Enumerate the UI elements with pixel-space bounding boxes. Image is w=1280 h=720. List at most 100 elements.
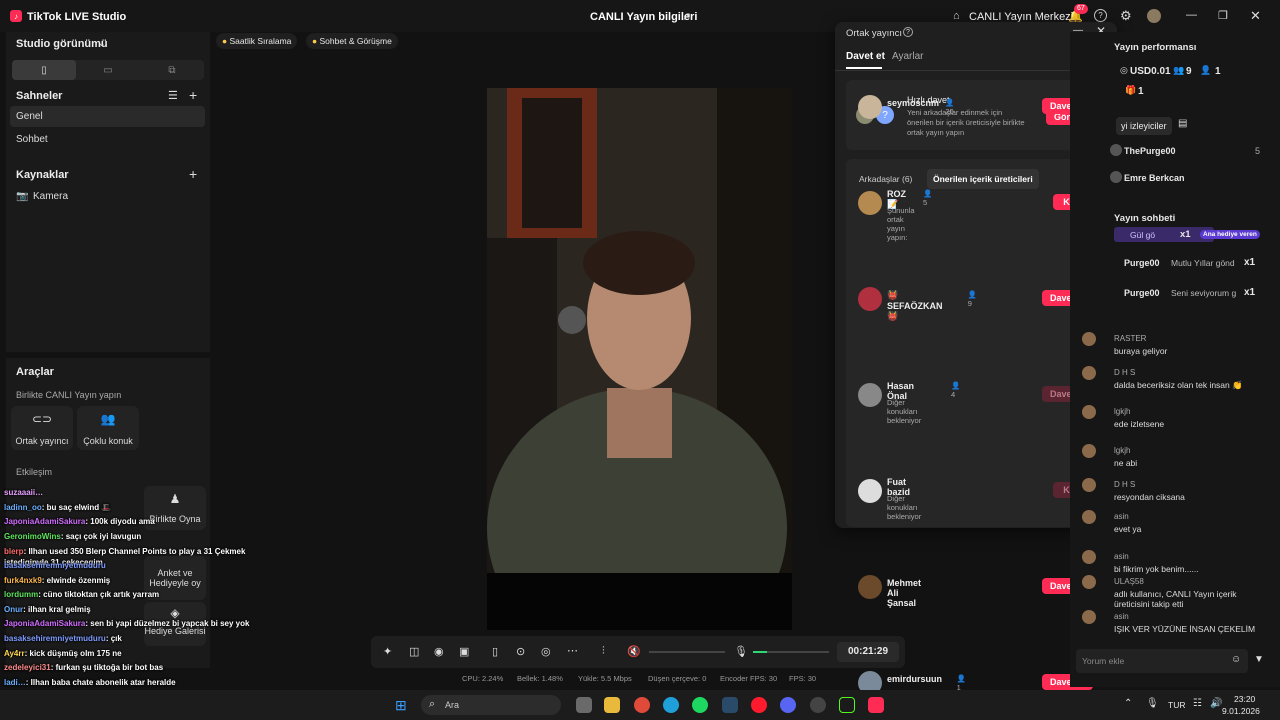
- help-icon[interactable]: ?: [1094, 9, 1107, 22]
- chevron-down-icon[interactable]: ⌄: [98, 38, 106, 49]
- top-viewer-avatar: [1110, 144, 1122, 156]
- mixer-icon[interactable]: ⫶: [602, 645, 605, 658]
- folder-icon[interactable]: [604, 697, 620, 713]
- tray-chevron-icon[interactable]: ⌃: [1124, 698, 1132, 709]
- friend-avatar: [858, 575, 882, 599]
- overlay-chat-user: ladi…: [4, 677, 26, 687]
- kick-icon[interactable]: [839, 697, 855, 713]
- steam-icon[interactable]: [722, 697, 738, 713]
- status-bar: CPU: 2.24% Bellek: 1.48% Yükle: 5.5 Mbps…: [460, 672, 820, 686]
- speaker-volume-slider[interactable]: [649, 651, 725, 653]
- multi-guest-button[interactable]: 👥 Çoklu konuk: [77, 406, 139, 450]
- overlay-chat-user: JaponiaAdamiSakura: [4, 517, 86, 527]
- gift-box-icon: 🎁: [1125, 85, 1137, 95]
- tab-invite[interactable]: Davet et: [846, 51, 885, 62]
- help-icon[interactable]: ?: [903, 27, 913, 37]
- overlay-chat-line: JaponiaAdamiSakura: sen bi yapi düzelmez…: [4, 619, 249, 628]
- comment-placeholder: Yorum ekle: [1082, 656, 1125, 666]
- overlay-chat-user: ladinn_oo: [4, 502, 42, 512]
- top-viewer-name: ThePurge00: [1124, 146, 1176, 156]
- overlay-chat-text: : çık: [105, 634, 122, 643]
- file-manager-icon[interactable]: [576, 697, 592, 713]
- chat-avatar: [1082, 332, 1096, 346]
- tab-settings[interactable]: Ayarlar: [892, 51, 924, 62]
- sticker-icon[interactable]: ◉: [434, 645, 444, 658]
- overlay-chat-line: basaksehiremniyetmuduru: [4, 561, 106, 570]
- list-icon[interactable]: ☰: [168, 89, 178, 102]
- tab-suggested-creators[interactable]: Önerilen içerik üreticileri: [927, 169, 1039, 189]
- tag-chat-meet[interactable]: ● Sohbet & Görüşme: [306, 33, 398, 49]
- record-icon[interactable]: ⊙: [516, 645, 525, 658]
- tag-hourly-ranking[interactable]: ● Saatlik Sıralama: [216, 33, 298, 49]
- comment-box[interactable]: Yorum ekle ☺: [1076, 649, 1248, 673]
- home-icon[interactable]: ⌂: [953, 10, 960, 22]
- more-icon[interactable]: ⋯: [567, 644, 578, 657]
- minimize-icon[interactable]: —: [1186, 9, 1197, 21]
- scene-item-sohbet[interactable]: Sohbet: [10, 129, 205, 150]
- dual-layout-icon[interactable]: ⧉: [140, 60, 204, 80]
- scene-item-genel[interactable]: Genel: [10, 106, 205, 127]
- chat-text: ede izletsene: [1114, 419, 1165, 429]
- source-item-camera[interactable]: Kamera: [33, 191, 68, 202]
- chat-username: ULAŞ58: [1114, 577, 1144, 586]
- share-icon[interactable]: ↗: [682, 10, 691, 23]
- quick-invite-card: ? Hızlı davet Yeni arkadaşlar edinmek iç…: [846, 80, 1106, 150]
- effects-icon[interactable]: ◫: [409, 645, 419, 658]
- add-source-icon[interactable]: +: [189, 166, 197, 182]
- chrome-icon[interactable]: [634, 697, 650, 713]
- windows-start-icon[interactable]: ⊞: [395, 697, 407, 714]
- user-avatar[interactable]: [1147, 9, 1161, 23]
- screen-icon[interactable]: ▣: [459, 645, 469, 658]
- landscape-layout-icon[interactable]: ▭: [76, 60, 140, 80]
- edge-icon[interactable]: [663, 697, 679, 713]
- opera-icon[interactable]: [751, 697, 767, 713]
- overlay-chat-text: : kick düşmüş olm 175 ne: [24, 648, 122, 658]
- filter-icon[interactable]: ▼: [1254, 654, 1264, 665]
- spotify-icon[interactable]: [692, 697, 708, 713]
- list-view-icon[interactable]: ▤: [1178, 118, 1187, 129]
- close-icon[interactable]: ✕: [1250, 8, 1261, 24]
- chat-avatar: [1082, 550, 1096, 564]
- app-title: TikTok LIVE Studio: [27, 11, 127, 23]
- portrait-layout-icon[interactable]: ▯: [12, 60, 76, 80]
- interaction-title: Etkileşim: [16, 467, 53, 477]
- camera-toggle-icon[interactable]: ◎: [541, 645, 551, 658]
- chat-avatar: [1082, 444, 1096, 458]
- magic-wand-icon[interactable]: ✦: [383, 645, 392, 658]
- overlay-chat-user: lordumm: [4, 590, 39, 600]
- overlay-chat-user: basaksehiremniyetmuduru: [4, 561, 106, 570]
- emoji-icon[interactable]: ☺: [1231, 654, 1241, 665]
- maximize-icon[interactable]: ❐: [1218, 9, 1228, 22]
- cohost-button[interactable]: ⊂⊃ Ortak yayıncı: [11, 406, 73, 450]
- top-viewers-tab[interactable]: yi izleyiciler: [1116, 117, 1172, 135]
- volume-icon[interactable]: 🔊: [1210, 698, 1222, 709]
- chat-text: resyondan ciksana: [1114, 492, 1185, 502]
- follow-count: 1: [1215, 66, 1221, 77]
- follow-icon: 👤: [1200, 65, 1212, 75]
- tiktok-studio-taskbar-icon[interactable]: [868, 697, 884, 713]
- settings-gear-icon[interactable]: ⚙: [1120, 8, 1132, 24]
- mic-volume-slider[interactable]: [753, 651, 829, 653]
- phone-icon[interactable]: ▯: [492, 645, 498, 658]
- obs-icon[interactable]: [810, 697, 826, 713]
- overlay-chat-line: ladinn_oo: bu saç elwind 🎩: [4, 503, 111, 512]
- overlay-chat-text: : ilhan kral gelmiş: [23, 604, 91, 614]
- tab-friends[interactable]: Arkadaşlar (6): [859, 174, 912, 184]
- friend-follower-count: 👤 4: [951, 381, 961, 399]
- language-indicator[interactable]: TUR: [1168, 700, 1185, 710]
- taskbar-search[interactable]: ⌕ Ara: [421, 695, 561, 715]
- scene-label: Genel: [16, 111, 43, 122]
- chat-icon: ●: [312, 36, 318, 46]
- overlay-chat-text: : cüno tiktoktan çık artık yarram: [38, 590, 160, 600]
- network-icon[interactable]: ☷: [1193, 698, 1202, 709]
- tiktok-logo-icon: ♪: [10, 10, 22, 22]
- speaker-muted-icon[interactable]: 🔇: [627, 645, 641, 658]
- gift-icon: ◈: [170, 606, 180, 620]
- upload-status: Yükle: 5.5 Mbps: [578, 674, 632, 683]
- discord-icon[interactable]: [780, 697, 796, 713]
- microphone-icon[interactable]: 🎙: [734, 645, 748, 658]
- studio-view-dropdown[interactable]: Studio görünümü: [16, 38, 108, 50]
- add-scene-icon[interactable]: +: [189, 87, 197, 103]
- tray-mic-icon[interactable]: 🎙: [1146, 698, 1159, 709]
- camera-feed-image: [487, 88, 792, 630]
